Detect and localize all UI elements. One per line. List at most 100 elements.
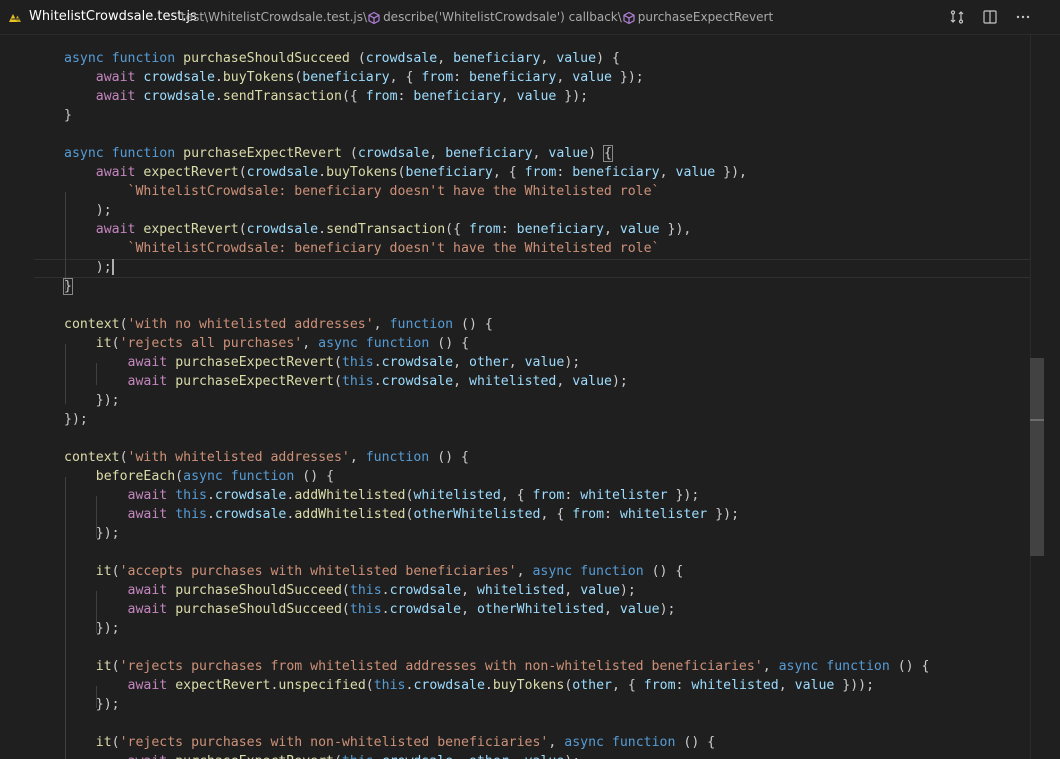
code-line[interactable]: context('with whitelisted addresses', fu… xyxy=(64,448,469,467)
code-line[interactable]: } xyxy=(64,106,72,125)
code-line[interactable]: await this.crowdsale.addWhitelisted(whit… xyxy=(64,486,700,505)
code-line[interactable]: } xyxy=(63,277,73,296)
code-line[interactable]: it('rejects all purchases', async functi… xyxy=(64,334,469,353)
code-token: , xyxy=(453,754,469,759)
code-line[interactable]: }); xyxy=(64,695,120,714)
code-token: whitelisted xyxy=(469,374,557,389)
code-token: ( xyxy=(333,355,342,370)
code-token: . xyxy=(484,678,493,693)
code-token: crowdsale xyxy=(143,89,215,104)
code-line[interactable]: ); xyxy=(64,258,114,277)
code-editor[interactable]: async function purchaseShouldSucceed ( cr… xyxy=(0,40,1030,759)
code-line[interactable]: }); xyxy=(64,524,120,543)
code-token: await xyxy=(127,374,168,389)
vertical-scrollbar-thumb[interactable] xyxy=(1030,358,1044,556)
code-line[interactable]: await crowdsale.buyTokens(beneficiary, {… xyxy=(64,68,644,87)
code-token: () { xyxy=(675,735,716,750)
code-token: function xyxy=(389,317,454,332)
code-token: . xyxy=(381,583,390,598)
breadcrumb-describe-callback[interactable]: describe('WhitelistCrowdsale') callback\ xyxy=(383,10,622,24)
code-line[interactable]: }); xyxy=(64,391,120,410)
code-token: ); xyxy=(659,602,676,617)
code-line[interactable]: `WhitelistCrowdsale: beneficiary doesn't… xyxy=(64,182,660,201)
code-token: value xyxy=(572,70,612,85)
code-line[interactable]: await purchaseExpectRevert(this.crowdsal… xyxy=(64,372,628,391)
code-line[interactable]: context('with no whitelisted addresses',… xyxy=(64,315,493,334)
code-token: , xyxy=(500,89,517,104)
code-token: , { xyxy=(611,678,644,693)
code-token: beneficiary xyxy=(302,70,390,85)
code-token: crowdsale xyxy=(365,51,438,66)
code-token: this xyxy=(341,374,374,389)
bracket-match: { xyxy=(603,145,613,162)
code-token: async xyxy=(532,564,573,579)
symbol-method-icon xyxy=(622,11,636,25)
code-line[interactable]: await expectRevert(crowdsale.buyTokens(b… xyxy=(64,163,747,182)
code-token: purchaseShouldSucceed xyxy=(175,602,342,617)
file-name[interactable]: WhitelistCrowdsale.test.js xyxy=(29,9,197,24)
code-line[interactable]: it('rejects purchases with non-whitelist… xyxy=(64,733,715,752)
code-line[interactable]: }); xyxy=(64,410,88,429)
bracket-match: } xyxy=(63,278,73,295)
code-line[interactable]: await purchaseShouldSucceed(this.crowdsa… xyxy=(64,581,636,600)
code-token: . xyxy=(381,602,390,617)
code-token: value xyxy=(675,165,716,180)
symbol-method-icon xyxy=(367,11,381,25)
code-token: }); xyxy=(64,621,120,636)
split-editor-icon[interactable] xyxy=(981,8,999,26)
code-token: ( xyxy=(341,583,350,598)
code-line[interactable]: await expectRevert.unspecified(this.crow… xyxy=(64,676,875,695)
code-line[interactable]: it('accepts purchases with whitelisted b… xyxy=(64,562,684,581)
code-token: await xyxy=(95,165,136,180)
code-token: . xyxy=(373,355,382,370)
code-line[interactable]: await purchaseExpectRevert(this.crowdsal… xyxy=(64,353,581,372)
code-line[interactable]: `WhitelistCrowdsale: beneficiary doesn't… xyxy=(64,239,660,258)
code-token: , { xyxy=(540,507,573,522)
current-line-highlight xyxy=(34,259,1030,278)
code-token: . xyxy=(206,488,215,503)
code-token: , xyxy=(540,51,557,66)
code-token: }); xyxy=(64,412,88,427)
code-token: async xyxy=(318,336,358,351)
code-token: function xyxy=(111,146,176,161)
code-token: this xyxy=(349,602,382,617)
breadcrumb-purchase-expect-revert[interactable]: purchaseExpectRevert xyxy=(638,10,773,24)
breadcrumb-path[interactable]: test\WhitelistCrowdsale.test.js\ xyxy=(181,10,367,24)
code-token: beneficiary xyxy=(453,51,541,66)
code-token: , xyxy=(453,374,470,389)
code-token: await xyxy=(127,507,168,522)
code-token: () { xyxy=(294,469,335,484)
code-line[interactable]: async function purchaseExpectRevert (cro… xyxy=(64,144,613,163)
code-line[interactable]: async function purchaseShouldSucceed (cr… xyxy=(64,49,620,68)
code-token: await xyxy=(127,488,168,503)
code-line[interactable]: await this.crowdsale.addWhitelisted(othe… xyxy=(64,505,739,524)
code-token: crowdsale xyxy=(143,70,215,85)
code-token: . xyxy=(214,89,223,104)
more-actions-icon[interactable] xyxy=(1014,8,1032,26)
code-line[interactable]: beforeEach(async function () { xyxy=(64,467,334,486)
code-token: crowdsale xyxy=(413,678,485,693)
code-line[interactable]: await purchaseExpectRevert(this.crowdsal… xyxy=(64,752,581,759)
code-line[interactable]: ); xyxy=(64,201,112,220)
code-line[interactable]: it('rejects purchases from whitelisted a… xyxy=(64,657,930,676)
code-token: , xyxy=(509,754,525,759)
code-line[interactable]: }); xyxy=(64,619,120,638)
compare-changes-icon[interactable] xyxy=(948,8,966,26)
code-token: sendTransaction xyxy=(326,222,446,237)
code-token: beneficiary xyxy=(469,70,557,85)
code-line[interactable]: await purchaseShouldSucceed(this.crowdsa… xyxy=(64,600,676,619)
code-token: other xyxy=(572,678,612,693)
code-line[interactable]: await crowdsale.sendTransaction({ from: … xyxy=(64,87,588,106)
code-token: crowdsale xyxy=(389,602,462,617)
code-line[interactable]: await expectRevert(crowdsale.sendTransac… xyxy=(64,220,692,239)
code-token: }); xyxy=(64,526,120,541)
